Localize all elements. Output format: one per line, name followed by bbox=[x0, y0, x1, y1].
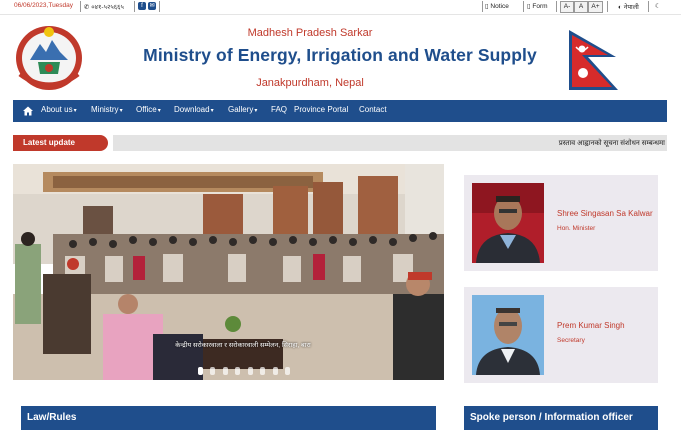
nav-item-download[interactable]: Download▾ bbox=[174, 105, 214, 114]
divider bbox=[556, 1, 557, 12]
font-increase-button[interactable]: A+ bbox=[588, 1, 603, 13]
header-location: Janakpurdham, Nepal bbox=[256, 77, 364, 89]
divider bbox=[482, 1, 483, 12]
nav-item-province-portal[interactable]: Province Portal bbox=[294, 105, 348, 114]
caret-down-icon: ▾ bbox=[73, 108, 77, 114]
language-label: नेपाली bbox=[623, 4, 639, 11]
phone-number: ✆ ०४१-५२५६६५ bbox=[84, 2, 124, 11]
caret-down-icon: ▾ bbox=[157, 108, 161, 114]
facebook-icon[interactable]: f bbox=[138, 2, 146, 10]
nav-item-contact[interactable]: Contact bbox=[359, 105, 387, 114]
nav-item-faq[interactable]: FAQ bbox=[271, 105, 287, 114]
caret-down-icon: ▾ bbox=[210, 108, 214, 114]
top-utility-bar: 06/06/2023,Tuesday ✆ ०४१-५२५६६५ f ✉ ▯ No… bbox=[0, 0, 681, 14]
notice-label: Notice bbox=[490, 3, 509, 10]
official-name[interactable]: Shree Singasan Sa Kalwar bbox=[557, 209, 653, 218]
topbar-divider bbox=[0, 14, 681, 15]
header-subtitle: Madhesh Pradesh Sarkar bbox=[247, 27, 373, 39]
slider-dot[interactable] bbox=[235, 367, 241, 375]
dark-mode-icon[interactable]: ☾ bbox=[655, 2, 661, 10]
nav-label: Contact bbox=[359, 105, 387, 114]
nav-label: Download bbox=[174, 105, 210, 114]
official-name[interactable]: Prem Kumar Singh bbox=[557, 321, 625, 330]
font-decrease-button[interactable]: A- bbox=[560, 1, 574, 13]
official-card-secretary[interactable]: Prem Kumar Singh Secretary bbox=[464, 287, 658, 383]
section-header-spokesperson: Spoke person / Information officer bbox=[464, 406, 658, 430]
email-icon[interactable]: ✉ bbox=[148, 2, 156, 10]
minister-photo bbox=[472, 183, 544, 263]
document-icon: ▯ bbox=[485, 3, 489, 10]
divider bbox=[80, 1, 81, 12]
nav-label: FAQ bbox=[271, 105, 288, 114]
slider-dot[interactable] bbox=[272, 367, 278, 375]
nav-label: Gallery bbox=[228, 105, 254, 114]
caret-down-icon: ▾ bbox=[119, 108, 123, 114]
divider bbox=[159, 1, 160, 12]
page-title: Ministry of Energy, Irrigation and Water… bbox=[143, 45, 537, 65]
official-role: Secretary bbox=[557, 337, 585, 344]
slider-dot[interactable] bbox=[210, 367, 216, 375]
image-slider[interactable]: केन्द्रीय सरोकारवाला र सरोकारवाली सम्मेल… bbox=[13, 164, 444, 380]
slider-dot[interactable] bbox=[247, 367, 253, 375]
language-switch[interactable]: ◐ नेपाली bbox=[618, 2, 639, 11]
font-reset-button[interactable]: A bbox=[574, 1, 588, 13]
notice-link[interactable]: ▯ Notice bbox=[485, 2, 509, 10]
official-card-minister[interactable]: Shree Singasan Sa Kalwar Hon. Minister bbox=[464, 175, 658, 271]
divider bbox=[607, 1, 608, 12]
section-header-law-rules: Law/Rules bbox=[21, 406, 436, 430]
document-icon: ▯ bbox=[527, 3, 531, 10]
divider bbox=[134, 1, 135, 12]
divider bbox=[523, 1, 524, 12]
nav-label: Office bbox=[136, 105, 157, 114]
nav-item-about-us[interactable]: About us▾ bbox=[41, 105, 77, 114]
slide-caption: केन्द्रीय सरोकारवाला र सरोकारवाली सम्मेल… bbox=[175, 342, 311, 349]
phone-text: ०४१-५२५६६५ bbox=[91, 4, 124, 11]
nav-label: About us bbox=[41, 105, 73, 114]
current-date: 06/06/2023,Tuesday bbox=[14, 2, 74, 9]
divider bbox=[648, 1, 649, 12]
main-navigation: About us▾ Ministry▾ Office▾ Download▾ Ga… bbox=[13, 100, 667, 122]
ticker-text[interactable]: प्रस्ताव आह्वानको सूचना संशोधन सम्बन्धमा bbox=[559, 139, 665, 148]
latest-update-badge: Latest update bbox=[13, 135, 108, 151]
slider-dot[interactable] bbox=[285, 367, 291, 375]
news-ticker[interactable]: प्रस्ताव आह्वानको सूचना संशोधन सम्बन्धमा bbox=[113, 135, 667, 151]
toggle-icon: ◐ bbox=[618, 4, 622, 11]
slider-pagination bbox=[198, 362, 293, 380]
caret-down-icon: ▾ bbox=[254, 108, 258, 114]
form-link[interactable]: ▯ Form bbox=[527, 2, 548, 10]
nav-item-office[interactable]: Office▾ bbox=[136, 105, 161, 114]
nav-label: Province Portal bbox=[294, 105, 349, 114]
slider-dot[interactable] bbox=[198, 367, 203, 375]
secretary-photo bbox=[472, 295, 544, 375]
nepal-flag-icon bbox=[569, 30, 618, 90]
nepal-emblem-logo bbox=[16, 26, 82, 90]
official-role: Hon. Minister bbox=[557, 225, 596, 232]
slider-dot[interactable] bbox=[260, 367, 266, 375]
home-icon[interactable] bbox=[22, 105, 34, 117]
slider-dot[interactable] bbox=[222, 367, 228, 375]
phone-icon: ✆ bbox=[84, 4, 90, 11]
nav-item-ministry[interactable]: Ministry▾ bbox=[91, 105, 123, 114]
form-label: Form bbox=[532, 3, 548, 10]
nav-item-gallery[interactable]: Gallery▾ bbox=[228, 105, 257, 114]
nav-label: Ministry bbox=[91, 105, 119, 114]
